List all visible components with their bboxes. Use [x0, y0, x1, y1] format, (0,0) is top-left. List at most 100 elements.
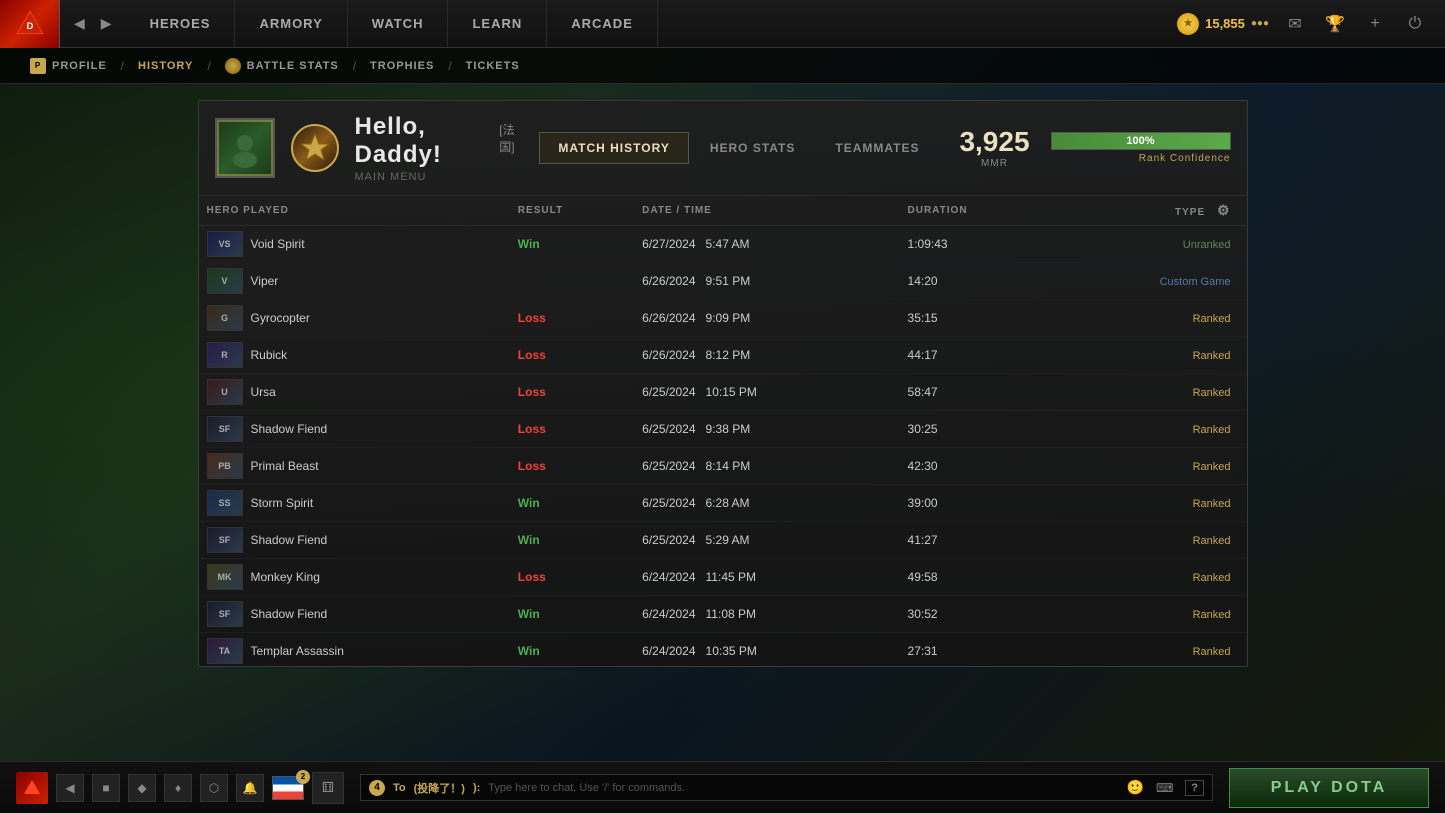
hero-name: Void Spirit: [251, 237, 305, 251]
match-table: HERO PLAYED RESULT DATE / TIME DURATION …: [199, 196, 1247, 666]
power-button[interactable]: ⏻: [1401, 10, 1429, 38]
result-cell: Loss: [510, 559, 634, 596]
hero-name: Rubick: [251, 348, 288, 362]
chat-area: 4 To (投降了！) ): Type here to chat. Use '/…: [360, 774, 1213, 801]
duration-cell: 44:17: [900, 337, 1054, 374]
bottom-btn-5[interactable]: ⬡: [200, 774, 228, 802]
type-cell: Ranked: [1054, 559, 1247, 596]
bottom-btn-4[interactable]: ♦: [164, 774, 192, 802]
group-button[interactable]: ⚅: [312, 772, 344, 804]
chat-send-button[interactable]: ⌨: [1152, 781, 1177, 795]
nav-armory[interactable]: ARMORY: [235, 0, 347, 47]
result-loss: Loss: [518, 348, 546, 362]
subnav-history[interactable]: HISTORY: [128, 60, 203, 72]
type-cell: Ranked: [1054, 411, 1247, 448]
chat-help-button[interactable]: ?: [1185, 780, 1204, 796]
table-row[interactable]: MK Monkey King Loss 6/24/2024 11:45 PM 4…: [199, 559, 1247, 596]
chat-badge: 4: [369, 780, 385, 796]
profile-icon: P: [30, 58, 46, 74]
table-row[interactable]: U Ursa Loss 6/25/2024 10:15 PM 58:47 Ran…: [199, 374, 1247, 411]
table-row[interactable]: V Viper 6/26/2024 9:51 PM 14:20 Custom G…: [199, 263, 1247, 300]
date-cell: 6/24/2024 10:35 PM: [634, 633, 899, 667]
table-row[interactable]: SF Shadow Fiend Loss 6/25/2024 9:38 PM 3…: [199, 411, 1247, 448]
hero-cell: MK Monkey King: [199, 559, 510, 596]
result-cell: [510, 263, 634, 300]
hero-cell: SS Storm Spirit: [199, 485, 510, 522]
flag-container: 2: [272, 776, 304, 800]
hero-cell: SF Shadow Fiend: [199, 522, 510, 559]
result-loss: Loss: [518, 422, 546, 436]
result-cell: Win: [510, 596, 634, 633]
friends-button[interactable]: +: [1361, 10, 1389, 38]
hero-cell: PB Primal Beast: [199, 448, 510, 485]
sub-navigation: P PROFILE / HISTORY / BATTLE STATS / TRO…: [0, 48, 1445, 84]
table-settings-icon[interactable]: ⚙: [1217, 202, 1231, 218]
bottom-btn-1[interactable]: ◀: [56, 774, 84, 802]
hero-name: Shadow Fiend: [251, 422, 328, 436]
hero-name: Shadow Fiend: [251, 607, 328, 621]
hero-cell: G Gyrocopter: [199, 300, 510, 337]
table-row[interactable]: SF Shadow Fiend Win 6/25/2024 5:29 AM 41…: [199, 522, 1247, 559]
duration-cell: 14:20: [900, 263, 1054, 300]
result-loss: Loss: [518, 385, 546, 399]
bottom-btn-2[interactable]: ■: [92, 774, 120, 802]
flag-badge: 2: [296, 770, 310, 784]
type-cell: Ranked: [1054, 374, 1247, 411]
profile-header: Hello, Daddy! [法国] MAIN MENU MATCH HISTO…: [199, 101, 1247, 196]
hero-name: Gyrocopter: [251, 311, 310, 325]
bottom-logo[interactable]: [16, 772, 48, 804]
table-row[interactable]: R Rubick Loss 6/26/2024 8:12 PM 44:17 Ra…: [199, 337, 1247, 374]
hero-name: Monkey King: [251, 570, 320, 584]
nav-watch[interactable]: WATCH: [348, 0, 449, 47]
medal-bg: [291, 124, 339, 172]
sep-1: /: [121, 59, 124, 73]
chat-placeholder[interactable]: Type here to chat. Use '/' for commands.: [488, 782, 1118, 794]
table-row[interactable]: PB Primal Beast Loss 6/25/2024 8:14 PM 4…: [199, 448, 1247, 485]
hero-name: Viper: [251, 274, 279, 288]
result-cell: Loss: [510, 374, 634, 411]
table-row[interactable]: SF Shadow Fiend Win 6/24/2024 11:08 PM 3…: [199, 596, 1247, 633]
hero-portrait: SF: [207, 601, 243, 627]
hero-portrait: U: [207, 379, 243, 405]
tab-hero-stats[interactable]: HERO STATS: [691, 132, 815, 164]
hero-portrait: R: [207, 342, 243, 368]
nav-heroes[interactable]: HEROES: [126, 0, 236, 47]
sep-4: /: [448, 59, 451, 73]
hero-portrait: PB: [207, 453, 243, 479]
type-cell: Ranked: [1054, 448, 1247, 485]
nav-arcade[interactable]: ARCADE: [547, 0, 658, 47]
result-win: Win: [518, 644, 540, 658]
main-content: Hello, Daddy! [法国] MAIN MENU MATCH HISTO…: [0, 84, 1445, 761]
table-row[interactable]: TA Templar Assassin Win 6/24/2024 10:35 …: [199, 633, 1247, 667]
type-cell: Ranked: [1054, 522, 1247, 559]
back-button[interactable]: ◀: [68, 11, 91, 36]
forward-button[interactable]: ▶: [95, 11, 118, 36]
profile-panel: Hello, Daddy! [法国] MAIN MENU MATCH HISTO…: [198, 100, 1248, 667]
table-row[interactable]: G Gyrocopter Loss 6/26/2024 9:09 PM 35:1…: [199, 300, 1247, 337]
nav-learn[interactable]: LEARN: [448, 0, 547, 47]
play-dota-button[interactable]: PLAY DOTA: [1229, 768, 1429, 808]
match-table-container[interactable]: HERO PLAYED RESULT DATE / TIME DURATION …: [199, 196, 1247, 666]
duration-cell: 1:09:43: [900, 226, 1054, 263]
table-row[interactable]: VS Void Spirit Win 6/27/2024 5:47 AM 1:0…: [199, 226, 1247, 263]
tab-teammates[interactable]: TEAMMATES: [816, 132, 938, 164]
subnav-trophies[interactable]: TROPHIES: [360, 60, 444, 72]
notification-btn[interactable]: 🔔: [236, 774, 264, 802]
subnav-battlestats[interactable]: BATTLE STATS: [215, 58, 349, 74]
sep-2: /: [207, 59, 210, 73]
subnav-tickets[interactable]: TICKETS: [456, 60, 530, 72]
type-cell: Ranked: [1054, 300, 1247, 337]
chat-to-label: To: [393, 782, 406, 794]
subnav-profile[interactable]: P PROFILE: [20, 58, 117, 74]
duration-cell: 39:00: [900, 485, 1054, 522]
table-row[interactable]: SS Storm Spirit Win 6/25/2024 6:28 AM 39…: [199, 485, 1247, 522]
date-cell: 6/25/2024 9:38 PM: [634, 411, 899, 448]
mail-button[interactable]: ✉: [1281, 10, 1309, 38]
dota-logo[interactable]: D: [0, 0, 60, 48]
tab-match-history[interactable]: MATCH HISTORY: [539, 132, 688, 164]
bottom-btn-3[interactable]: ◆: [128, 774, 156, 802]
emoji-button[interactable]: 🙂: [1127, 779, 1144, 796]
hero-name: Templar Assassin: [251, 644, 344, 658]
hero-cell: R Rubick: [199, 337, 510, 374]
achievements-button[interactable]: 🏆: [1321, 10, 1349, 38]
